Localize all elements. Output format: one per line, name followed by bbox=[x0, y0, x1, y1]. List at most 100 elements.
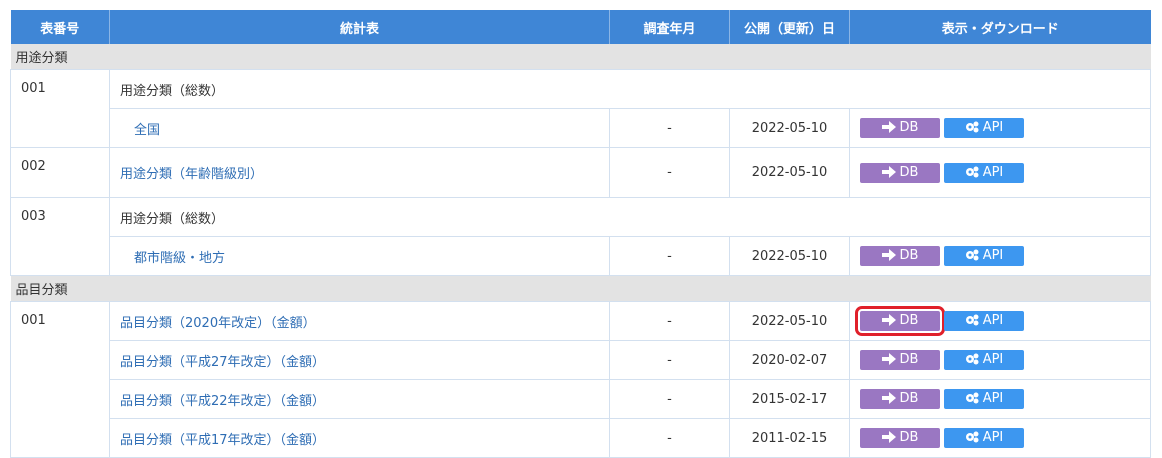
api-button[interactable]: API bbox=[944, 162, 1024, 183]
table-row: 全国 - 2022-05-10 DB API bbox=[11, 108, 1151, 148]
publish-date: 2011-02-15 bbox=[729, 418, 850, 458]
stats-title-link[interactable]: 全国 bbox=[134, 123, 160, 138]
table-header: 表番号 統計表 調査年月 公開（更新）日 表示・ダウンロード bbox=[10, 10, 1151, 44]
publish-date: 2022-05-10 bbox=[729, 108, 850, 148]
api-button-label: API bbox=[982, 313, 1004, 328]
header-survey-month: 調査年月 bbox=[609, 10, 730, 44]
api-button-label: API bbox=[982, 391, 1004, 406]
download-cell: DB API bbox=[849, 340, 1151, 380]
header-view-download: 表示・ダウンロード bbox=[849, 10, 1151, 44]
table-row: 001 用途分類（総数） bbox=[10, 69, 1151, 148]
table-row: 都市階級・地方 - 2022-05-10 DB API bbox=[11, 236, 1151, 276]
db-button[interactable]: DB bbox=[860, 246, 940, 266]
download-cell: DB API bbox=[849, 236, 1151, 276]
arrow-right-icon bbox=[881, 431, 896, 443]
download-cell: DB API bbox=[849, 301, 1151, 341]
stats-title-link[interactable]: 品目分類（平成17年改定）（金額） bbox=[120, 433, 325, 448]
arrow-right-icon bbox=[881, 249, 896, 261]
section-row: 品目分類 bbox=[10, 275, 1151, 302]
api-button[interactable]: API bbox=[944, 428, 1024, 448]
db-button-label: DB bbox=[899, 352, 919, 367]
survey-month: - bbox=[609, 379, 730, 419]
download-cell: DB API bbox=[849, 108, 1151, 148]
db-button-label: DB bbox=[899, 120, 919, 135]
table-number: 001 bbox=[10, 301, 110, 458]
stats-title-cell: 品目分類（平成17年改定）（金額） bbox=[109, 418, 610, 458]
group-title-text: 用途分類（総数） bbox=[120, 211, 225, 227]
api-button[interactable]: API bbox=[944, 118, 1024, 138]
gears-icon bbox=[965, 166, 979, 177]
gears-icon bbox=[965, 392, 979, 404]
survey-month: - bbox=[609, 418, 730, 458]
db-button[interactable]: DB bbox=[860, 162, 940, 183]
header-stats-table: 統計表 bbox=[109, 10, 610, 44]
group-title-text: 用途分類（総数） bbox=[120, 83, 225, 99]
api-button-label: API bbox=[982, 430, 1004, 445]
stats-title-cell: 全国 bbox=[109, 108, 610, 148]
db-button-highlighted[interactable]: DB bbox=[855, 306, 945, 336]
gears-icon bbox=[965, 314, 979, 326]
db-button-label: DB bbox=[899, 430, 919, 445]
gears-icon bbox=[965, 353, 979, 365]
publish-date: 2015-02-17 bbox=[729, 379, 850, 419]
group-title: 用途分類（総数） bbox=[109, 69, 1151, 109]
stats-title-cell: 用途分類（年齢階級別） bbox=[109, 147, 610, 198]
gears-icon bbox=[965, 249, 979, 261]
section-label: 品目分類 bbox=[10, 275, 1151, 302]
api-button[interactable]: API bbox=[944, 389, 1024, 409]
download-cell: DB API bbox=[849, 418, 1151, 458]
survey-month: - bbox=[609, 301, 730, 341]
stats-title-link[interactable]: 都市階級・地方 bbox=[134, 251, 225, 266]
publish-date: 2020-02-07 bbox=[729, 340, 850, 380]
arrow-right-icon bbox=[881, 392, 896, 404]
publish-date: 2022-05-10 bbox=[729, 301, 850, 341]
stats-title-link[interactable]: 品目分類（2020年改定）（金額） bbox=[120, 316, 316, 331]
api-button[interactable]: API bbox=[944, 311, 1024, 331]
table-number: 002 bbox=[10, 147, 110, 198]
survey-month: - bbox=[609, 108, 730, 148]
stats-title-link[interactable]: 品目分類（平成22年改定）（金額） bbox=[120, 394, 325, 409]
arrow-right-icon bbox=[881, 121, 896, 133]
stats-title-cell: 都市階級・地方 bbox=[109, 236, 610, 276]
header-publish-date: 公開（更新）日 bbox=[729, 10, 850, 44]
db-button[interactable]: DB bbox=[860, 118, 940, 138]
stats-title-cell: 品目分類（平成22年改定）（金額） bbox=[109, 379, 610, 419]
api-button-label: API bbox=[982, 248, 1004, 263]
survey-month: - bbox=[609, 236, 730, 276]
header-table-number: 表番号 bbox=[10, 10, 110, 44]
arrow-right-icon bbox=[881, 314, 896, 326]
api-button-label: API bbox=[982, 352, 1004, 367]
table-row: 003 用途分類（総数） bbox=[10, 197, 1151, 276]
section-row: 用途分類 bbox=[10, 44, 1151, 70]
table-row: 002 用途分類（年齢階級別） - 2022-05-10 DB API bbox=[10, 147, 1151, 198]
gears-icon bbox=[965, 121, 979, 133]
download-cell: DB API bbox=[849, 379, 1151, 419]
stats-title-link[interactable]: 品目分類（平成27年改定）（金額） bbox=[120, 355, 325, 370]
db-button[interactable]: DB bbox=[860, 350, 940, 370]
db-button[interactable]: DB bbox=[860, 428, 940, 448]
survey-month: - bbox=[609, 340, 730, 380]
table-number: 003 bbox=[10, 197, 110, 276]
group-title: 用途分類（総数） bbox=[109, 197, 1151, 237]
table-row: 品目分類（平成27年改定）（金額） - 2020-02-07 DB API bbox=[11, 340, 1151, 380]
download-cell: DB API bbox=[849, 147, 1151, 198]
gears-icon bbox=[965, 431, 979, 443]
stats-title-cell: 品目分類（2020年改定）（金額） bbox=[109, 301, 610, 341]
db-button-label: DB bbox=[899, 248, 919, 263]
table-number: 001 bbox=[10, 69, 110, 148]
publish-date: 2022-05-10 bbox=[729, 147, 850, 198]
api-button[interactable]: API bbox=[944, 350, 1024, 370]
table-row: 品目分類（平成22年改定）（金額） - 2015-02-17 DB API bbox=[11, 379, 1151, 419]
stats-title-cell: 品目分類（平成27年改定）（金額） bbox=[109, 340, 610, 380]
arrow-right-icon bbox=[881, 353, 896, 365]
table-row: 品目分類（平成17年改定）（金額） - 2011-02-15 DB API bbox=[11, 418, 1151, 458]
db-button[interactable]: DB bbox=[860, 389, 940, 409]
stats-title-link[interactable]: 用途分類（年齢階級別） bbox=[120, 167, 263, 182]
api-button-label: API bbox=[982, 164, 1004, 180]
db-button-label: DB bbox=[899, 391, 919, 406]
api-button-label: API bbox=[982, 120, 1004, 135]
section-label: 用途分類 bbox=[10, 44, 1151, 70]
stats-table: 表番号 統計表 調査年月 公開（更新）日 表示・ダウンロード 用途分類 001 … bbox=[10, 10, 1151, 458]
api-button[interactable]: API bbox=[944, 246, 1024, 266]
survey-month: - bbox=[609, 147, 730, 198]
